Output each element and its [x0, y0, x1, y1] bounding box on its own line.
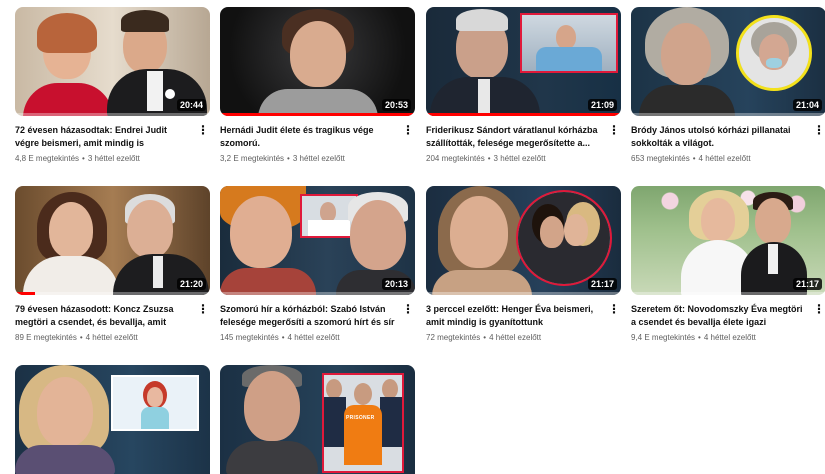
video-duration: 20:13 — [381, 278, 411, 290]
portrait-inset-image — [111, 375, 199, 431]
hospital-inset-image — [736, 15, 812, 91]
separator: • — [698, 333, 701, 342]
video-duration: 21:17 — [792, 278, 822, 290]
video-title[interactable]: Szeretem őt: Novodomszky Éva megtöri a c… — [631, 303, 808, 329]
video-card[interactable]: 21:09 Friderikusz Sándort váratlanul kór… — [426, 7, 621, 164]
separator: • — [281, 333, 285, 342]
video-card[interactable]: 21:04 Bródy János utolsó kórházi pillana… — [631, 7, 825, 164]
video-title[interactable]: 72 évesen házasodtak: Endrei Judit végre… — [15, 124, 192, 150]
video-thumbnail[interactable]: 21:17 — [426, 186, 621, 295]
view-count: 89 E megtekintés — [15, 333, 77, 342]
more-vertical-icon[interactable]: ⋮ — [607, 123, 621, 139]
view-count: 145 megtekintés — [220, 333, 279, 342]
video-thumbnail[interactable]: 20:13 — [220, 186, 415, 295]
video-duration: 21:17 — [587, 278, 617, 290]
more-vertical-icon[interactable]: ⋮ — [196, 123, 210, 139]
separator: • — [692, 154, 696, 163]
view-count: 9,4 E megtekintés — [631, 333, 696, 342]
upload-age: 4 héttel ezelőtt — [489, 333, 542, 342]
video-thumbnail[interactable] — [15, 365, 210, 474]
video-title[interactable]: 79 évesen házasodott: Koncz Zsuzsa megtö… — [15, 303, 192, 329]
separator: • — [287, 154, 290, 163]
video-duration: 21:09 — [587, 99, 617, 111]
view-count: 4,8 E megtekintés — [15, 154, 80, 163]
more-vertical-icon[interactable]: ⋮ — [401, 302, 415, 318]
video-title[interactable]: 3 perccel ezelőtt: Henger Éva beismeri, … — [426, 303, 603, 329]
separator: • — [82, 154, 85, 163]
video-stats: 204 megtekintés • 3 héttel ezelőtt — [426, 154, 603, 164]
video-title[interactable]: Friderikusz Sándort váratlanul kórházba … — [426, 124, 603, 150]
video-thumbnail[interactable]: 21:09 — [426, 7, 621, 116]
video-card[interactable]: 20:13 Szomorú hír a kórházból: Szabó Ist… — [220, 186, 415, 343]
upload-age: 4 héttel ezelőtt — [85, 333, 138, 342]
hospital-inset-image — [520, 13, 618, 73]
video-duration: 21:20 — [176, 278, 206, 290]
watch-progress-bar — [426, 113, 621, 116]
video-title[interactable]: Szomorú hír a kórházból: Szabó István fe… — [220, 303, 397, 329]
video-card[interactable]: 20:44 72 évesen házasodtak: Endrei Judit… — [15, 7, 210, 164]
prisoner-label: PRISONER — [346, 415, 375, 421]
video-duration: 20:44 — [176, 99, 206, 111]
video-stats: 3,2 E megtekintés • 3 héttel ezelőtt — [220, 154, 397, 164]
upload-age: 4 héttel ezelőtt — [287, 333, 340, 342]
view-count: 72 megtekintés — [426, 333, 481, 342]
upload-age: 4 héttel ezelőtt — [703, 333, 756, 342]
video-stats: 9,4 E megtekintés • 4 héttel ezelőtt — [631, 333, 808, 343]
video-stats: 72 megtekintés • 4 héttel ezelőtt — [426, 333, 603, 343]
video-card[interactable]: PRISONER — [220, 365, 415, 474]
view-count: 3,2 E megtekintés — [220, 154, 285, 163]
video-title[interactable]: Hernádi Judit élete és tragikus vége szo… — [220, 124, 397, 150]
video-stats: 145 megtekintés • 4 héttel ezelőtt — [220, 333, 397, 343]
view-count: 204 megtekintés — [426, 154, 485, 163]
more-vertical-icon[interactable]: ⋮ — [401, 123, 415, 139]
watch-progress-bar — [220, 113, 415, 116]
video-card[interactable]: 20:53 Hernádi Judit élete és tragikus vé… — [220, 7, 415, 164]
video-stats: 653 megtekintés • 4 héttel ezelőtt — [631, 154, 808, 164]
video-title[interactable]: Bródy János utolsó kórházi pillanatai so… — [631, 124, 808, 150]
separator: • — [79, 333, 83, 342]
video-stats: 4,8 E megtekintés • 3 héttel ezelőtt — [15, 154, 192, 164]
video-stats: 89 E megtekintés • 4 héttel ezelőtt — [15, 333, 192, 343]
video-duration: 20:53 — [381, 99, 411, 111]
more-vertical-icon[interactable]: ⋮ — [607, 302, 621, 318]
separator: • — [483, 333, 487, 342]
more-vertical-icon[interactable]: ⋮ — [812, 123, 825, 139]
video-thumbnail[interactable]: 21:17 — [631, 186, 825, 295]
watch-progress-bar — [15, 292, 35, 295]
upload-age: 3 héttel ezelőtt — [87, 154, 140, 163]
kiss-inset-image — [516, 190, 612, 286]
more-vertical-icon[interactable]: ⋮ — [196, 302, 210, 318]
separator: • — [487, 154, 491, 163]
video-thumbnail[interactable]: 20:53 — [220, 7, 415, 116]
video-card[interactable] — [15, 365, 210, 474]
video-thumbnail[interactable]: PRISONER — [220, 365, 415, 474]
video-card[interactable]: 21:17 Szeretem őt: Novodomszky Éva megtö… — [631, 186, 825, 343]
more-vertical-icon[interactable]: ⋮ — [812, 302, 825, 318]
prisoner-inset-image: PRISONER — [322, 373, 404, 473]
upload-age: 3 héttel ezelőtt — [493, 154, 546, 163]
video-card[interactable]: 21:20 79 évesen házasodott: Koncz Zsuzsa… — [15, 186, 210, 343]
video-thumbnail[interactable]: 21:04 — [631, 7, 825, 116]
video-duration: 21:04 — [792, 99, 822, 111]
upload-age: 3 héttel ezelőtt — [292, 154, 345, 163]
video-thumbnail[interactable]: 20:44 — [15, 7, 210, 116]
video-card[interactable]: 21:17 3 perccel ezelőtt: Henger Éva beis… — [426, 186, 621, 343]
upload-age: 4 héttel ezelőtt — [698, 154, 751, 163]
video-thumbnail[interactable]: 21:20 — [15, 186, 210, 295]
view-count: 653 megtekintés — [631, 154, 690, 163]
